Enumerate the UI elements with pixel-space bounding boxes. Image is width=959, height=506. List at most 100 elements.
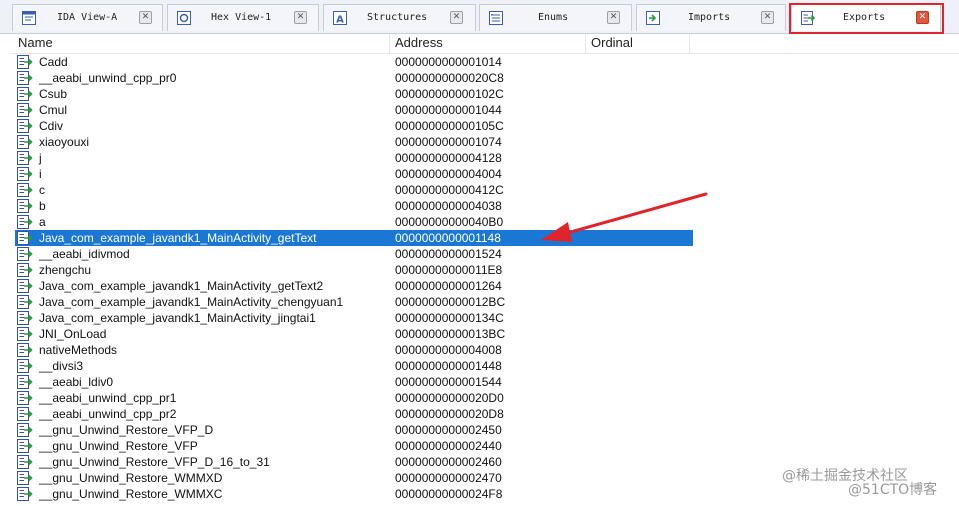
close-icon[interactable]: ✕ bbox=[139, 11, 152, 24]
tab-label: Hex View-1 bbox=[211, 12, 272, 23]
export-entry-icon bbox=[17, 215, 33, 229]
close-icon[interactable]: ✕ bbox=[294, 11, 307, 24]
table-row[interactable]: __aeabi_unwind_cpp_pr2 00000000000020D8 bbox=[10, 406, 959, 422]
watermark: @稀土掘金技术社区 @51CTO博客 bbox=[782, 468, 937, 498]
export-entry-icon bbox=[17, 279, 33, 293]
table-row[interactable]: a 00000000000040B0 bbox=[10, 214, 959, 230]
imports-icon bbox=[645, 10, 661, 26]
table-row[interactable]: Java_com_example_javandk1_MainActivity_c… bbox=[10, 294, 959, 310]
enums-icon bbox=[488, 10, 504, 26]
tab-ida-view-a[interactable]: IDA View-A ✕ bbox=[12, 4, 163, 31]
table-row[interactable]: __gnu_Unwind_Restore_VFP 0000000000002440 bbox=[10, 438, 959, 454]
hex-view-icon bbox=[176, 10, 192, 26]
table-row[interactable]: Cdiv 000000000000105C bbox=[10, 118, 959, 134]
export-entry-icon bbox=[17, 311, 33, 325]
export-name: JNI_OnLoad bbox=[39, 327, 107, 341]
export-name: __aeabi_unwind_cpp_pr1 bbox=[39, 391, 177, 405]
export-name: __gnu_Unwind_Restore_VFP_D_16_to_31 bbox=[39, 455, 270, 469]
export-entry-icon bbox=[17, 55, 33, 69]
export-address: 0000000000001448 bbox=[395, 359, 502, 373]
export-name: zhengchu bbox=[39, 263, 92, 277]
export-entry-icon bbox=[17, 87, 33, 101]
table-row[interactable]: JNI_OnLoad 00000000000013BC bbox=[10, 326, 959, 342]
export-entry-icon bbox=[17, 471, 33, 485]
export-name: Csub bbox=[39, 87, 68, 101]
tab-exports[interactable]: Exports ✕ bbox=[791, 4, 941, 31]
export-address: 0000000000001544 bbox=[395, 375, 502, 389]
watermark-line2: @51CTO博客 bbox=[848, 482, 938, 498]
tab-label: Structures bbox=[367, 12, 428, 23]
table-row[interactable]: zhengchu 00000000000011E8 bbox=[10, 262, 959, 278]
export-address: 000000000000102C bbox=[395, 87, 504, 101]
table-row[interactable]: xiaoyouxi 0000000000001074 bbox=[10, 134, 959, 150]
export-name: j bbox=[39, 151, 42, 165]
close-icon[interactable]: ✕ bbox=[761, 11, 774, 24]
export-address: 0000000000001524 bbox=[395, 247, 502, 261]
export-entry-icon bbox=[17, 487, 33, 501]
table-row[interactable]: __aeabi_unwind_cpp_pr0 00000000000020C8 bbox=[10, 70, 959, 86]
table-row[interactable]: __aeabi_idivmod 0000000000001524 bbox=[10, 246, 959, 262]
export-entry-icon bbox=[17, 375, 33, 389]
export-address: 00000000000020D0 bbox=[395, 391, 504, 405]
table-row[interactable]: __gnu_Unwind_Restore_WMMXC 00000000000024… bbox=[10, 486, 959, 502]
export-address: 0000000000001014 bbox=[395, 55, 502, 69]
table-row[interactable]: Csub 000000000000102C bbox=[10, 86, 959, 102]
export-name: __gnu_Unwind_Restore_WMMXC bbox=[39, 487, 223, 501]
export-entry-icon bbox=[17, 407, 33, 421]
export-name: Java_com_example_javandk1_MainActivity_j… bbox=[39, 311, 316, 325]
export-name: Java_com_example_javandk1_MainActivity_g… bbox=[39, 279, 324, 293]
exports-table[interactable]: Name Address Ordinal Cadd 000000000000101… bbox=[10, 34, 959, 506]
table-row[interactable]: j 0000000000004128 bbox=[10, 150, 959, 166]
export-address: 00000000000013BC bbox=[395, 327, 506, 341]
export-entry-icon bbox=[17, 439, 33, 453]
tab-label: Imports bbox=[688, 12, 731, 23]
export-name: Cmul bbox=[39, 103, 68, 117]
export-name: __aeabi_ldiv0 bbox=[39, 375, 114, 389]
table-row[interactable]: c 000000000000412C bbox=[10, 182, 959, 198]
export-name: Java_com_example_javandk1_MainActivity_c… bbox=[39, 295, 344, 309]
tab-structures[interactable]: A Structures ✕ bbox=[323, 4, 476, 31]
tab-imports[interactable]: Imports ✕ bbox=[636, 4, 786, 31]
export-name: c bbox=[39, 183, 45, 197]
export-name: __gnu_Unwind_Restore_VFP_D bbox=[39, 423, 214, 437]
export-name: Cdiv bbox=[39, 119, 64, 133]
table-row[interactable]: nativeMethods 0000000000004008 bbox=[10, 342, 959, 358]
export-address: 00000000000020C8 bbox=[395, 71, 504, 85]
export-name: a bbox=[39, 215, 46, 229]
export-entry-icon bbox=[17, 119, 33, 133]
close-icon[interactable]: ✕ bbox=[916, 11, 929, 24]
export-address: 00000000000012BC bbox=[395, 295, 506, 309]
export-name: Java_com_example_javandk1_MainActivity_g… bbox=[39, 231, 317, 245]
close-icon[interactable]: ✕ bbox=[607, 11, 620, 24]
table-row-selected[interactable]: Java_com_example_javandk1_MainActivity_g… bbox=[10, 230, 959, 246]
export-entry-icon bbox=[17, 167, 33, 181]
close-icon[interactable]: ✕ bbox=[450, 11, 463, 24]
table-row[interactable]: b 0000000000004038 bbox=[10, 198, 959, 214]
export-entry-icon bbox=[17, 183, 33, 197]
tab-enums[interactable]: Enums ✕ bbox=[479, 4, 632, 31]
table-row[interactable]: __divsi3 0000000000001448 bbox=[10, 358, 959, 374]
table-row[interactable]: __gnu_Unwind_Restore_VFP_D 00000000000024… bbox=[10, 422, 959, 438]
tab-label: Exports bbox=[843, 12, 886, 23]
column-header-name[interactable]: Name bbox=[10, 34, 390, 54]
table-row[interactable]: i 0000000000004004 bbox=[10, 166, 959, 182]
tab-label: IDA View-A bbox=[57, 12, 118, 23]
export-name: __aeabi_unwind_cpp_pr2 bbox=[39, 407, 177, 421]
export-address: 00000000000020D8 bbox=[395, 407, 504, 421]
export-entry-icon bbox=[17, 71, 33, 85]
export-entry-icon bbox=[17, 423, 33, 437]
table-row[interactable]: __aeabi_unwind_cpp_pr1 00000000000020D0 bbox=[10, 390, 959, 406]
svg-text:A: A bbox=[336, 15, 344, 26]
column-header-ordinal[interactable]: Ordinal bbox=[586, 34, 690, 54]
table-row[interactable]: Java_com_example_javandk1_MainActivity_g… bbox=[10, 278, 959, 294]
tab-hex-view-1[interactable]: Hex View-1 ✕ bbox=[167, 4, 319, 31]
export-name: __gnu_Unwind_Restore_VFP bbox=[39, 439, 198, 453]
export-address: 00000000000040B0 bbox=[395, 215, 504, 229]
column-header-address[interactable]: Address bbox=[390, 34, 586, 54]
table-row[interactable]: Cmul 0000000000001044 bbox=[10, 102, 959, 118]
table-row[interactable]: Cadd 0000000000001014 bbox=[10, 54, 959, 70]
table-row[interactable]: __aeabi_ldiv0 0000000000001544 bbox=[10, 374, 959, 390]
export-name: i bbox=[39, 167, 42, 181]
export-address: 00000000000024F8 bbox=[395, 487, 503, 501]
table-row[interactable]: Java_com_example_javandk1_MainActivity_j… bbox=[10, 310, 959, 326]
